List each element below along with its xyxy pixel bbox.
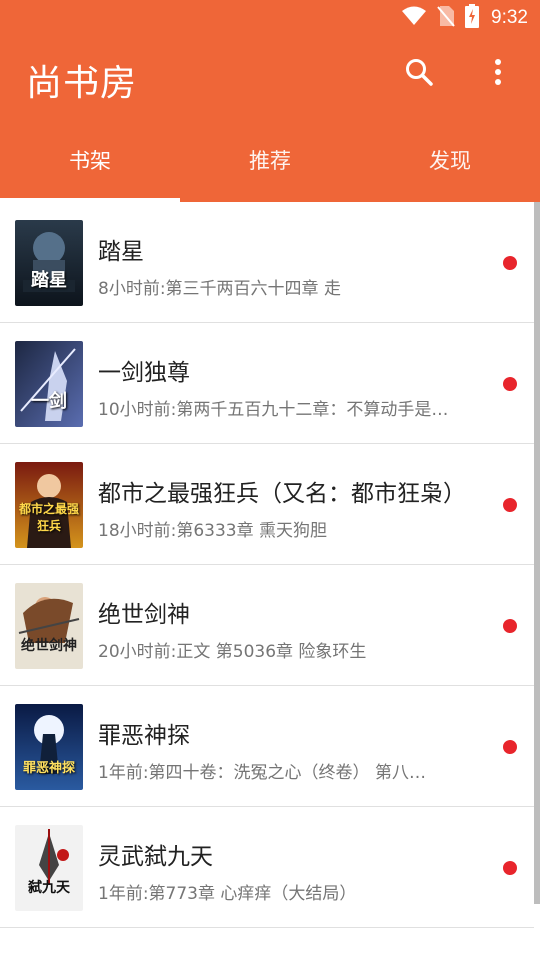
tab-recommend[interactable]: 推荐 <box>180 122 360 202</box>
tab-label: 推荐 <box>249 149 291 173</box>
unread-indicator <box>503 498 517 512</box>
cover-title: 绝世剑神 <box>21 638 77 654</box>
book-title: 罪恶神探 <box>98 723 190 749</box>
book-cover: 一剑 <box>15 341 83 427</box>
status-time: 9:32 <box>491 7 528 28</box>
book-latest-chapter: 10小时前:第两千五百九十二章：不算动手是… <box>98 400 449 420</box>
unread-indicator <box>503 861 517 875</box>
status-bar: 9:32 <box>0 0 540 36</box>
list-item[interactable]: 绝世剑神 绝世剑神 20小时前:正文 第5036章 险象环生 <box>0 565 534 686</box>
list-item[interactable]: 一剑 一剑独尊 10小时前:第两千五百九十二章：不算动手是… <box>0 323 534 444</box>
more-vert-icon <box>494 58 502 90</box>
book-cover: 踏星 <box>15 220 83 306</box>
book-latest-chapter: 20小时前:正文 第5036章 险象环生 <box>98 642 367 662</box>
book-latest-chapter: 1年前:第四十卷：洗冤之心（终卷） 第八… <box>98 763 426 783</box>
tab-label: 发现 <box>429 149 471 173</box>
unread-indicator <box>503 377 517 391</box>
cover-title: 一剑 <box>31 391 67 412</box>
unread-indicator <box>503 619 517 633</box>
tab-label: 书架 <box>69 149 111 173</box>
more-options-button[interactable] <box>476 52 520 96</box>
book-latest-chapter: 8小时前:第三千两百六十四章 走 <box>98 279 341 299</box>
book-title: 一剑独尊 <box>98 360 190 386</box>
book-latest-chapter: 1年前:第773章 心痒痒（大结局） <box>98 884 357 904</box>
wifi-icon <box>401 6 427 30</box>
cover-title: 踏星 <box>31 270 67 291</box>
tab-bookshelf[interactable]: 书架 <box>0 122 180 202</box>
toolbar: 尚书房 <box>0 36 540 120</box>
list-item[interactable]: 弑九天 灵武弑九天 1年前:第773章 心痒痒（大结局） <box>0 807 534 928</box>
book-title: 灵武弑九天 <box>98 844 213 870</box>
unread-indicator <box>503 256 517 270</box>
unread-indicator <box>503 740 517 754</box>
tab-bar: 书架 推荐 发现 <box>0 122 540 202</box>
cover-title: 都市之最强狂兵 <box>18 502 79 533</box>
tab-discover[interactable]: 发现 <box>360 122 540 202</box>
list-item[interactable]: 踏星 踏星 8小时前:第三千两百六十四章 走 <box>0 202 534 323</box>
book-title: 踏星 <box>98 239 144 265</box>
app-bar: 9:32 尚书房 书架 推荐 发现 <box>0 0 540 202</box>
app-title: 尚书房 <box>26 63 138 104</box>
list-item[interactable]: 都市之最强狂兵 都市之最强狂兵（又名：都市狂枭） 18小时前:第6333章 熏天… <box>0 444 534 565</box>
book-cover: 弑九天 <box>15 825 83 911</box>
battery-icon <box>465 4 480 32</box>
cover-title: 罪恶神探 <box>22 761 75 776</box>
search-icon <box>404 57 434 91</box>
book-cover: 罪恶神探 <box>15 704 83 790</box>
list-item[interactable]: 罪恶神探 罪恶神探 1年前:第四十卷：洗冤之心（终卷） 第八… <box>0 686 534 807</box>
book-title: 都市之最强狂兵（又名：都市狂枭） <box>98 481 466 507</box>
book-title: 绝世剑神 <box>98 602 190 628</box>
book-list: 踏星 踏星 8小时前:第三千两百六十四章 走 一剑 一剑独尊 10小时前:第两千… <box>0 202 540 960</box>
book-cover: 绝世剑神 <box>15 583 83 669</box>
search-button[interactable] <box>397 52 441 96</box>
no-sim-icon <box>437 5 455 31</box>
scrollbar[interactable] <box>534 202 540 904</box>
book-latest-chapter: 18小时前:第6333章 熏天狗胆 <box>98 521 328 541</box>
book-cover: 都市之最强狂兵 <box>15 462 83 548</box>
cover-title: 弑九天 <box>28 880 70 896</box>
